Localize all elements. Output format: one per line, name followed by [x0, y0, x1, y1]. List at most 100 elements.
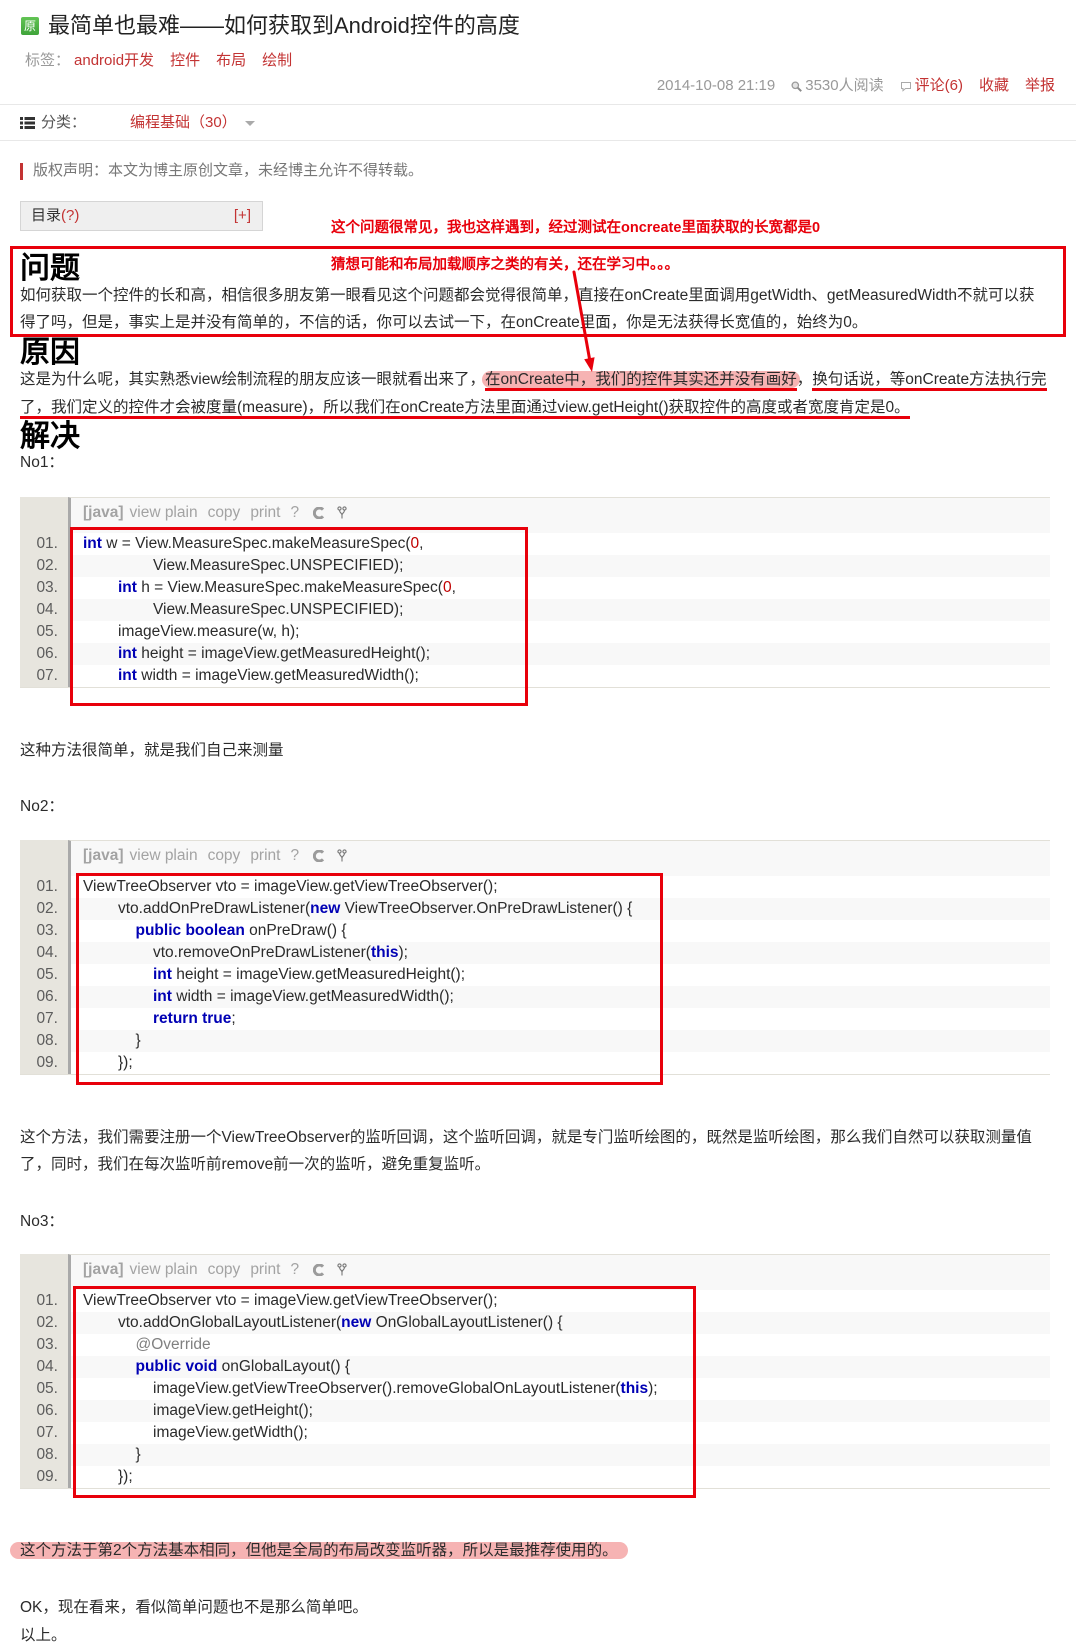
- line-number: 08.: [20, 1030, 68, 1052]
- problem-paragraph-line: 得了吗，但是，事实上是并没有简单的，不信的话，你可以去试一下，在onCreate…: [20, 314, 868, 331]
- table-of-contents: 目录(?) [+]: [20, 201, 263, 231]
- views-magnifier-icon: [791, 80, 803, 92]
- line-number: 07.: [20, 665, 68, 687]
- reason-paragraph-line: 了，我们定义的控件才会被度量(measure)，所以我们在onCreate方法里…: [20, 397, 910, 419]
- highlighted-text: 这个方法于第2个方法基本相同，但他是全局的布局改变监听器，所以是最推荐使用的。: [10, 1542, 628, 1559]
- heading-problem: 问题: [20, 252, 80, 285]
- closing-remark: OK，现在看来，看似简单问题也不是那么简单吧。: [20, 1599, 368, 1616]
- original-badge: 原: [21, 17, 39, 35]
- print-link[interactable]: print: [250, 841, 280, 871]
- reason-separator: ，: [796, 371, 813, 388]
- line-number: 07.: [20, 1008, 68, 1030]
- reason-lead-text: 这是为什么呢，其实熟悉view绘制流程的朋友应该一眼就看出来了，: [20, 371, 486, 388]
- tags-label: 标签：: [25, 52, 71, 69]
- help-link[interactable]: ?: [290, 841, 299, 871]
- copy-link[interactable]: copy: [208, 841, 241, 871]
- annotation-box-code-3: [73, 1286, 696, 1498]
- category-value[interactable]: 编程基础（30）: [130, 113, 237, 133]
- annotation-box-code-2: [76, 873, 663, 1085]
- tag-link[interactable]: 绘制: [262, 52, 292, 69]
- view-plain-link[interactable]: view plain: [130, 841, 198, 871]
- tag-link[interactable]: 布局: [216, 52, 246, 69]
- code-c-icon[interactable]: [313, 506, 325, 519]
- chevron-down-icon[interactable]: [245, 121, 255, 126]
- code-language-label: [java]: [83, 503, 124, 521]
- report-link[interactable]: 举报: [1025, 76, 1055, 96]
- view-plain-link[interactable]: view plain: [130, 1255, 198, 1285]
- toc-title: 目录(?): [31, 202, 79, 230]
- method-note-no3: 这个方法于第2个方法基本相同，但他是全局的布局改变监听器，所以是最推荐使用的。: [10, 1540, 628, 1562]
- highlighted-text: 在onCreate中，我们的控件其实还并没有画好: [482, 371, 800, 388]
- tag-link[interactable]: android开发: [74, 52, 154, 69]
- tags-row: 标签： android开发 控件 布局 绘制: [25, 51, 304, 71]
- line-number: 01.: [20, 876, 68, 898]
- fork-icon[interactable]: [337, 849, 347, 862]
- method-label-no1: No1：: [20, 454, 64, 471]
- code-gutter: [20, 840, 68, 876]
- publish-date: 2014-10-08 21:19: [656, 77, 776, 94]
- header-divider: [0, 104, 1076, 105]
- method-note-no1: 这种方法很简单，就是我们自己来测量: [20, 742, 284, 759]
- line-number: 02.: [20, 1312, 68, 1334]
- method-note-no2-line: 了，同时，我们在每次监听前remove前一次的监听，避免重复监听。: [20, 1156, 491, 1173]
- article-meta: 2014-10-08 21:19 3530人阅读 评论(6) 收藏 举报: [657, 76, 1055, 96]
- underlined-text: 了，我们定义的控件才会被度量(measure)，所以我们在onCreate方法里…: [20, 399, 910, 419]
- line-number: 04.: [20, 599, 68, 621]
- comment-bubble-icon: [900, 81, 911, 92]
- fork-icon[interactable]: [337, 1263, 347, 1276]
- copyright-accent-bar: [20, 163, 23, 180]
- code-language-label: [java]: [83, 846, 124, 864]
- line-number: 03.: [20, 577, 68, 599]
- code-gutter: [20, 497, 68, 533]
- copy-link[interactable]: copy: [208, 1255, 241, 1285]
- toc-label: 目录: [31, 207, 62, 224]
- view-plain-link[interactable]: view plain: [130, 498, 198, 528]
- help-link[interactable]: ?: [290, 498, 299, 528]
- method-label-no3: No3：: [20, 1213, 64, 1230]
- line-number: 05.: [20, 1378, 68, 1400]
- line-number: 01.: [20, 533, 68, 555]
- toc-help-link[interactable]: (?): [61, 207, 79, 224]
- code-toolbar: [java] view plain copy print ?: [20, 840, 1050, 876]
- code-toolbar-bar: [java] view plain copy print ?: [68, 1254, 1050, 1290]
- line-number: 08.: [20, 1444, 68, 1466]
- code-language-label: [java]: [83, 1260, 124, 1278]
- line-number: 02.: [20, 555, 68, 577]
- fork-icon[interactable]: [337, 506, 347, 519]
- line-number: 09.: [20, 1466, 68, 1488]
- underlined-text: 换句话说，等onCreate方法执行完: [812, 371, 1047, 391]
- print-link[interactable]: print: [250, 498, 280, 528]
- annotation-note-1: 这个问题很常见，我也这样遇到，经过测试在oncreate里面获取的长宽都是0: [331, 220, 821, 236]
- line-number: 04.: [20, 942, 68, 964]
- method-note-no2-line: 这个方法，我们需要注册一个ViewTreeObserver的监听回调，这个监听回…: [20, 1129, 1032, 1146]
- print-link[interactable]: print: [250, 1255, 280, 1285]
- copyright-notice: 版权声明：本文为博主原创文章，未经博主允许不得转载。: [33, 162, 424, 179]
- line-number: 01.: [20, 1290, 68, 1312]
- annotation-underline: 在onCreate中，我们的控件其实还并没有画好: [482, 371, 800, 391]
- heading-reason: 原因: [20, 336, 80, 369]
- problem-paragraph-line: 如何获取一个控件的长和高，相信很多朋友第一眼看见这个问题都会觉得很简单，直接在o…: [20, 287, 1035, 304]
- line-number: 04.: [20, 1356, 68, 1378]
- reason-paragraph-line: 这是为什么呢，其实熟悉view绘制流程的朋友应该一眼就看出来了，在onCreat…: [20, 369, 1047, 391]
- code-c-icon[interactable]: [313, 849, 325, 862]
- end-remark: 以上。: [20, 1627, 67, 1644]
- annotation-note-2: 猜想可能和布局加载顺序之类的有关，还在学习中。。。: [331, 257, 679, 273]
- line-number: 05.: [20, 964, 68, 986]
- view-count: 3530人阅读: [805, 77, 884, 94]
- code-toolbar-bar: [java] view plain copy print ?: [68, 840, 1050, 876]
- help-link[interactable]: ?: [290, 1255, 299, 1285]
- line-number: 06.: [20, 643, 68, 665]
- favorite-link[interactable]: 收藏: [979, 76, 1009, 96]
- comments-link[interactable]: 评论(6): [915, 76, 963, 96]
- line-number: 02.: [20, 898, 68, 920]
- code-c-icon[interactable]: [313, 1263, 325, 1276]
- line-number: 03.: [20, 1334, 68, 1356]
- code-gutter: [20, 1254, 68, 1290]
- tag-link[interactable]: 控件: [170, 52, 200, 69]
- toc-expand-toggle[interactable]: [+]: [234, 202, 251, 230]
- method-label-no2: No2：: [20, 798, 64, 815]
- line-number: 09.: [20, 1052, 68, 1074]
- heading-solution: 解决: [20, 420, 80, 453]
- copy-link[interactable]: copy: [208, 498, 241, 528]
- category-label: 分类：: [41, 114, 87, 131]
